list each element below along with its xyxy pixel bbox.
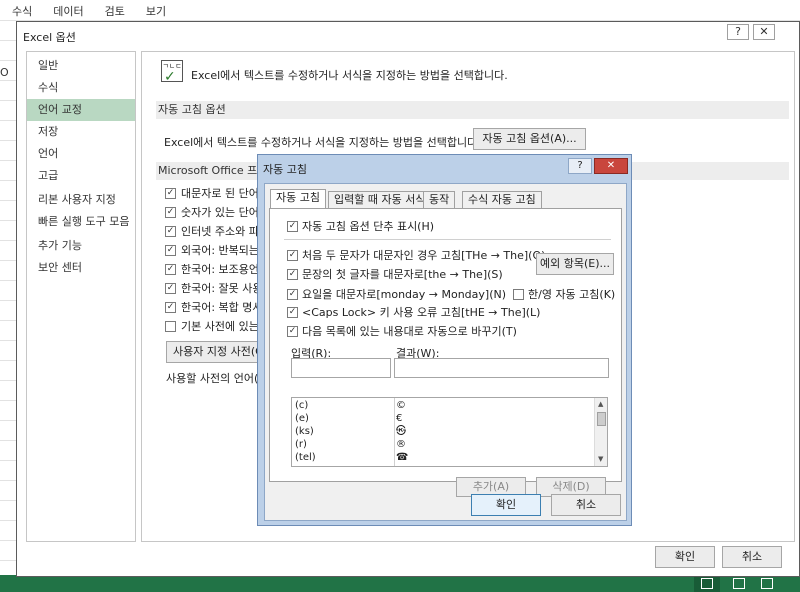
page-layout-view-icon[interactable] bbox=[733, 578, 745, 589]
tab-actions[interactable]: 동작 bbox=[423, 191, 456, 208]
option-ignore-uppercase[interactable]: ✓ 대문자로 된 단어 bbox=[165, 185, 259, 201]
ribbon-tab-view[interactable]: 보기 bbox=[134, 0, 175, 20]
autocorrect-panel: 자동 고침 입력할 때 자동 서식 동작 수식 자동 고침 ✓ 자동 고침 옵션 … bbox=[264, 183, 627, 521]
ribbon-tab-data[interactable]: 데이터 bbox=[41, 0, 92, 20]
checkbox[interactable]: ✓ bbox=[165, 244, 176, 256]
nav-item-advanced[interactable]: 고급 bbox=[27, 165, 135, 187]
tab-autoformat-as-you-type[interactable]: 입력할 때 자동 서식 bbox=[328, 191, 432, 208]
autocorrect-section-header: 자동 고침 옵션 bbox=[156, 101, 789, 119]
scroll-thumb[interactable] bbox=[597, 412, 606, 426]
option-repeated-words[interactable]: ✓ 외국어: 반복되는 bbox=[165, 242, 259, 258]
cancel-button[interactable]: 취소 bbox=[551, 494, 621, 516]
replace-input[interactable] bbox=[291, 358, 391, 378]
exceptions-button[interactable]: 예외 항목(E)... bbox=[536, 253, 614, 275]
autocorrect-description: Excel에서 텍스트를 수정하거나 서식을 지정하는 방법을 선택합니다. bbox=[164, 136, 481, 149]
checkbox[interactable]: ✓ bbox=[287, 288, 298, 300]
nav-item-quick-access-toolbar[interactable]: 빠른 실행 도구 모음 bbox=[27, 211, 135, 233]
divider bbox=[284, 239, 611, 240]
checkbox[interactable]: ✓ bbox=[287, 220, 298, 232]
checkbox[interactable]: ✓ bbox=[165, 206, 176, 218]
option-replace-text[interactable]: ✓ 다음 목록에 있는 내용대로 자동으로 바꾸기(T) bbox=[287, 323, 517, 339]
autocorrect-list[interactable]: (c) © (e) € (ks) ㉿ (r) ® (tel) ☎ ▲ ▼ bbox=[291, 397, 608, 467]
checkbox[interactable]: ✓ bbox=[165, 225, 176, 237]
ribbon-tab-review[interactable]: 검토 bbox=[93, 0, 134, 20]
header-text: Excel에서 텍스트를 수정하거나 서식을 지정하는 방법을 선택합니다. bbox=[191, 69, 508, 82]
custom-dictionaries-button[interactable]: 사용자 지정 사전(C bbox=[166, 341, 268, 363]
dictionary-language-label: 사용할 사전의 언어(I bbox=[166, 372, 262, 385]
nav-item-language[interactable]: 언어 bbox=[27, 143, 135, 165]
ok-button[interactable]: 확인 bbox=[471, 494, 541, 516]
option-caps-lock[interactable]: ✓ <Caps Lock> 키 사용 오류 고침[tHE → The](L) bbox=[287, 304, 540, 320]
nav-item-customize-ribbon[interactable]: 리본 사용자 지정 bbox=[27, 189, 135, 211]
option-capitalize-days[interactable]: ✓ 요일을 대문자로[monday → Monday](N) bbox=[287, 286, 506, 302]
checkbox[interactable]: ✓ bbox=[165, 187, 176, 199]
checkbox[interactable]: ✓ bbox=[287, 325, 298, 337]
option-korean-misused[interactable]: ✓ 한국어: 잘못 사용 bbox=[165, 280, 263, 296]
cancel-button[interactable]: 취소 bbox=[722, 546, 782, 568]
checkbox[interactable] bbox=[165, 320, 176, 332]
checkbox[interactable]: ✓ bbox=[165, 263, 176, 275]
autocorrect-dialog: 자동 고침 ? ✕ 자동 고침 입력할 때 자동 서식 동작 수식 자동 고침 … bbox=[257, 154, 632, 526]
help-icon[interactable]: ? bbox=[568, 158, 592, 174]
option-korean-compound[interactable]: ✓ 한국어: 복합 명사 bbox=[165, 299, 263, 315]
cell-text: O bbox=[0, 66, 9, 79]
help-icon[interactable]: ? bbox=[727, 24, 749, 40]
with-input[interactable] bbox=[394, 358, 609, 378]
nav-item-general[interactable]: 일반 bbox=[27, 55, 135, 77]
option-korean-auxiliary[interactable]: ✓ 한국어: 보조용언 bbox=[165, 261, 259, 277]
checkbox[interactable] bbox=[513, 288, 524, 300]
checkbox[interactable]: ✓ bbox=[165, 301, 176, 313]
page-break-view-icon[interactable] bbox=[761, 578, 773, 589]
close-icon[interactable]: ✕ bbox=[594, 158, 628, 174]
nav-item-save[interactable]: 저장 bbox=[27, 121, 135, 143]
nav-item-proofing[interactable]: 언어 교정 bbox=[27, 99, 135, 121]
option-capitalize-sentences[interactable]: ✓ 문장의 첫 글자를 대문자로[the → The](S) bbox=[287, 266, 503, 282]
checkbox[interactable]: ✓ bbox=[287, 306, 298, 318]
status-bar bbox=[0, 575, 800, 592]
option-two-initial-caps[interactable]: ✓ 처음 두 문자가 대문자인 경우 고침[THe → The](O) bbox=[287, 247, 545, 263]
proofing-icon: ㄱㄴㄷ ✓ bbox=[161, 60, 183, 85]
nav-item-add-ins[interactable]: 추가 기능 bbox=[27, 235, 135, 257]
list-item[interactable]: (e) € bbox=[292, 413, 592, 425]
ok-button[interactable]: 확인 bbox=[655, 546, 715, 568]
options-nav: 일반 수식 언어 교정 저장 언어 고급 리본 사용자 지정 빠른 실행 도구 … bbox=[26, 51, 136, 542]
autocorrect-tab-page: ✓ 자동 고침 옵션 단추 표시(H) ✓ 처음 두 문자가 대문자인 경우 고침[… bbox=[269, 208, 622, 497]
show-buttons-option[interactable]: ✓ 자동 고침 옵션 단추 표시(H) bbox=[287, 218, 434, 234]
tab-math-autocorrect[interactable]: 수식 자동 고침 bbox=[462, 191, 542, 208]
checkbox[interactable]: ✓ bbox=[165, 282, 176, 294]
close-icon[interactable]: ✕ bbox=[753, 24, 775, 40]
scroll-up-icon[interactable]: ▲ bbox=[598, 400, 603, 408]
list-scrollbar[interactable]: ▲ ▼ bbox=[594, 398, 607, 466]
nav-item-formulas[interactable]: 수식 bbox=[27, 77, 135, 99]
option-main-dictionary[interactable]: 기본 사전에 있는 bbox=[165, 318, 259, 334]
nav-item-trust-center[interactable]: 보안 센터 bbox=[27, 257, 135, 279]
checkbox[interactable]: ✓ bbox=[287, 268, 298, 280]
ribbon-tabs: 수식 데이터 검토 보기 bbox=[0, 0, 800, 20]
list-item[interactable]: (r) ® bbox=[292, 439, 592, 451]
option-ignore-numbers[interactable]: ✓ 숫자가 있는 단어 bbox=[165, 204, 259, 220]
option-ignore-internet[interactable]: ✓ 인터넷 주소와 파 bbox=[165, 223, 259, 239]
grid-view-glyph-icon bbox=[701, 578, 713, 589]
autocorrect-options-button[interactable]: 자동 고침 옵션(A)... bbox=[473, 128, 586, 150]
tab-autocorrect[interactable]: 자동 고침 bbox=[270, 189, 326, 209]
list-item[interactable]: (c) © bbox=[292, 400, 592, 412]
list-item[interactable]: (ks) ㉿ bbox=[292, 426, 592, 438]
option-hangul-english[interactable]: 한/영 자동 고침(K) bbox=[513, 286, 615, 302]
dialog-title: Excel 옵션 bbox=[23, 31, 76, 44]
list-item[interactable]: (tel) ☎ bbox=[292, 452, 592, 464]
checkbox[interactable]: ✓ bbox=[287, 249, 298, 261]
autocorrect-dialog-title: 자동 고침 bbox=[263, 163, 307, 176]
ribbon-tab-formulas[interactable]: 수식 bbox=[0, 0, 41, 20]
scroll-down-icon[interactable]: ▼ bbox=[598, 455, 603, 463]
